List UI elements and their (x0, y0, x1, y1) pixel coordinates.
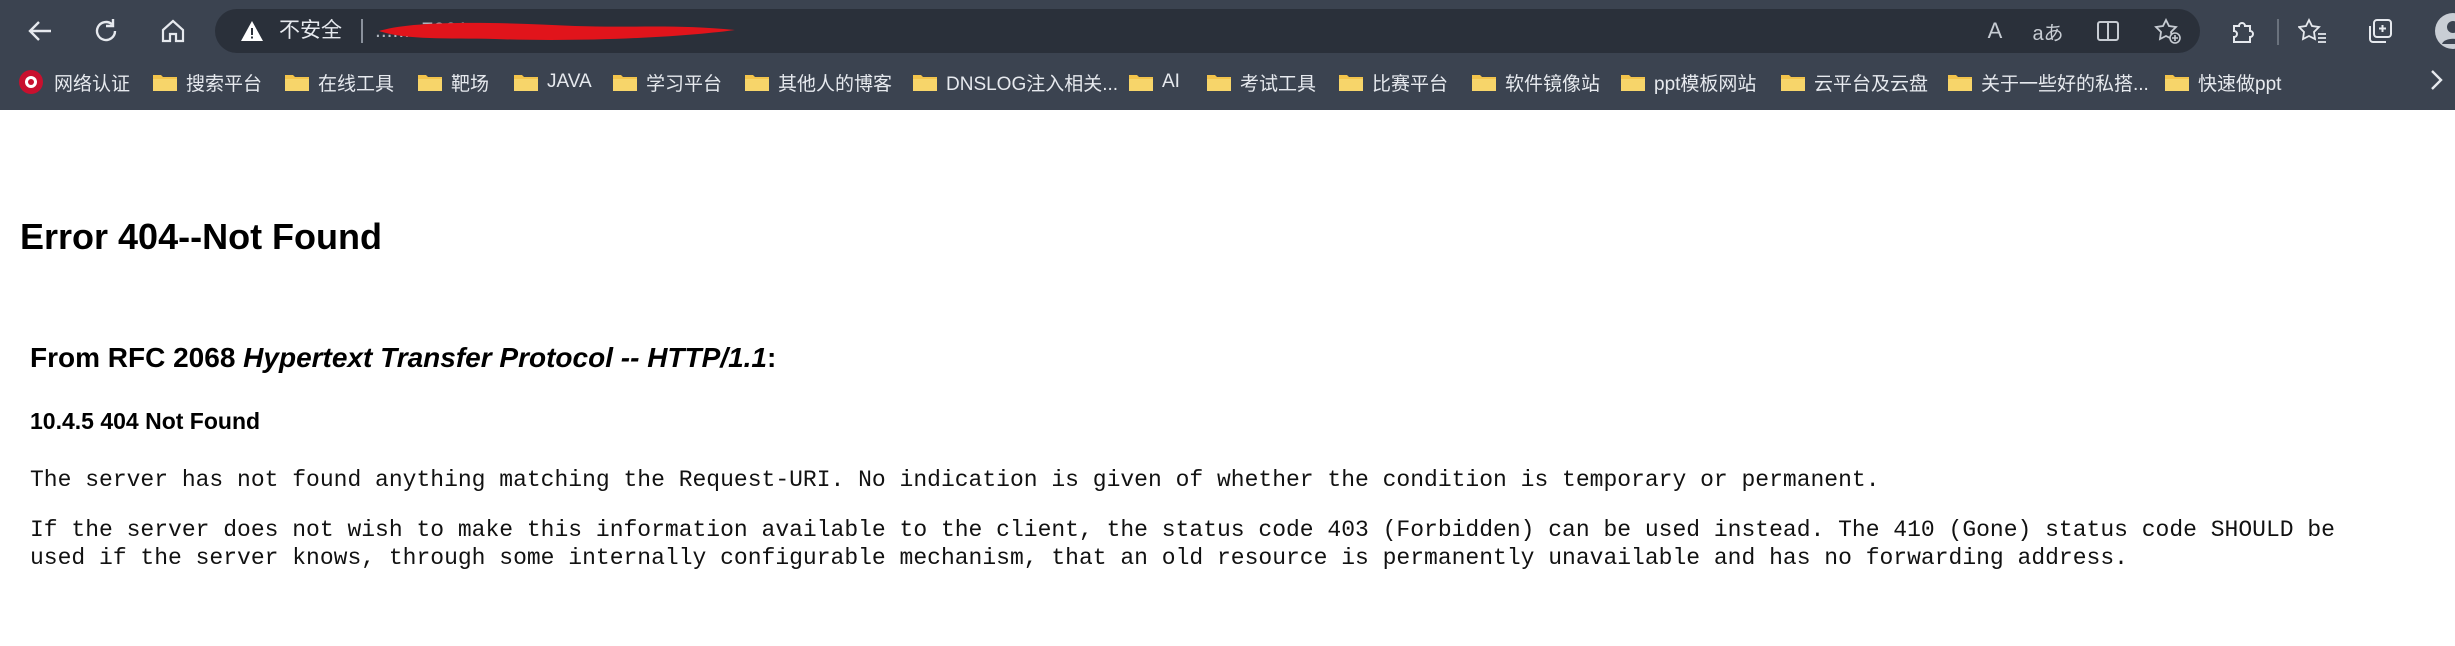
bookmark-label: ppt模板网站 (1654, 73, 1757, 95)
bookmarks-bar: 网络认证 搜索平台 在线工具 靶场 JAVA 学习平台 其他人的博客 DNSLO… (0, 62, 2455, 102)
bookmark-folder[interactable]: ppt模板网站 (1620, 68, 1756, 96)
bookmark-folder[interactable]: 关于一些好的私搭... (1947, 68, 2149, 96)
folder-icon (745, 75, 769, 91)
chevron-right-icon (2431, 70, 2443, 90)
more-bookmarks-button[interactable] (2428, 66, 2446, 101)
collections-button[interactable] (2360, 11, 2400, 51)
bookmark-folder[interactable]: 快速做ppt (2164, 68, 2281, 96)
bookmark-folder[interactable]: 比赛平台 (1338, 68, 1448, 96)
bookmark-label: 其他人的博客 (778, 73, 893, 95)
folder-icon (613, 75, 637, 91)
read-aloud-button[interactable]: A (1980, 16, 2010, 46)
bookmark-folder[interactable]: DNSLOG注入相关... (912, 68, 1118, 96)
folder-icon (1472, 75, 1496, 91)
home-icon (161, 19, 185, 43)
star-list-icon (2298, 17, 2326, 43)
folder-icon (514, 75, 538, 91)
refresh-icon (95, 19, 117, 42)
home-button[interactable] (153, 11, 193, 51)
bookmark-folder[interactable]: 考试工具 (1206, 68, 1316, 96)
bookmark-folder[interactable]: AI (1128, 68, 1180, 96)
bookmark-folder[interactable]: 靶场 (417, 68, 489, 96)
bookmark-folder[interactable]: JAVA (513, 68, 592, 96)
folder-icon (285, 75, 309, 91)
toolbar-separator (2277, 19, 2279, 45)
page-title: Error 404--Not Found (20, 216, 383, 257)
site-logo-icon (19, 70, 43, 94)
browser-toolbar: 不安全 .......:7001 A aあ (0, 0, 2455, 62)
folder-icon (418, 75, 442, 91)
extensions-button[interactable] (2222, 11, 2262, 51)
bookmark-label: JAVA (547, 71, 592, 92)
insecure-label[interactable]: 不安全 (279, 19, 342, 43)
bookmark-label: 关于一些好的私搭... (1981, 73, 2149, 95)
bookmark-label: 考试工具 (1240, 73, 1317, 95)
bookmark-folder[interactable]: 学习平台 (612, 68, 722, 96)
bookmark-label: 靶场 (451, 73, 490, 95)
back-button[interactable] (20, 11, 60, 51)
bookmark-label: 搜索平台 (186, 73, 263, 95)
translate-icon: aあ (2032, 22, 2064, 45)
split-screen-icon (2097, 21, 2119, 41)
bookmark-folder[interactable]: 在线工具 (284, 68, 394, 96)
split-screen-button[interactable] (2093, 16, 2123, 46)
folder-icon (1781, 75, 1805, 91)
section-heading: 10.4.5 404 Not Found (30, 408, 261, 434)
bookmark-folder[interactable]: 软件镜像站 (1471, 68, 1600, 96)
page-content: Error 404--Not Found From RFC 2068 Hyper… (0, 110, 2455, 646)
folder-icon (1129, 75, 1153, 91)
refresh-button[interactable] (86, 11, 126, 51)
bookmark-label: DNSLOG注入相关... (946, 73, 1119, 95)
rfc-prefix: From RFC 2068 (30, 342, 244, 373)
folder-icon (913, 75, 937, 91)
profile-avatar[interactable] (2435, 13, 2455, 49)
favorites-button[interactable] (2293, 11, 2333, 51)
folder-icon (1207, 75, 1231, 91)
rfc-heading: From RFC 2068 Hypertext Transfer Protoco… (30, 342, 776, 374)
arrow-left-icon (28, 21, 51, 41)
bookmark-label: 云平台及云盘 (1814, 73, 1929, 95)
paragraph-2-line-1: If the server does not wish to make this… (30, 517, 2335, 543)
folder-icon (1948, 75, 1972, 91)
add-favorite-button[interactable] (2153, 16, 2183, 46)
bookmark-label: 软件镜像站 (1505, 73, 1601, 95)
read-aloud-icon: A (1987, 18, 2003, 43)
bookmark-folder[interactable]: 搜索平台 (152, 68, 262, 96)
rfc-suffix: : (767, 342, 777, 373)
bookmark-label: 网络认证 (54, 73, 131, 95)
warning-icon (241, 21, 263, 41)
bookmark-label: AI (1162, 71, 1180, 92)
redaction-mark (379, 22, 735, 40)
bookmark-label: 快速做ppt (2198, 73, 2282, 95)
collections-icon (2369, 19, 2392, 43)
browser-chrome: 不安全 .......:7001 A aあ (0, 0, 2455, 110)
rfc-title: Hypertext Transfer Protocol -- HTTP/1.1 (243, 342, 767, 373)
bookmark-folder[interactable]: 其他人的博客 (744, 68, 892, 96)
paragraph-1: The server has not found anything matchi… (30, 467, 1880, 493)
bookmark-folder[interactable]: 云平台及云盘 (1780, 68, 1928, 96)
bookmark-label: 比赛平台 (1372, 73, 1449, 95)
paragraph-2-line-2: used if the server knows, through some i… (30, 545, 2128, 571)
address-separator (361, 19, 363, 43)
folder-icon (1339, 75, 1363, 91)
bookmark-label: 在线工具 (318, 73, 395, 95)
address-bar[interactable]: 不安全 .......:7001 A aあ (215, 9, 2200, 53)
puzzle-icon (2233, 22, 2254, 43)
bookmark-label: 学习平台 (646, 73, 723, 95)
folder-icon (2165, 75, 2189, 91)
translate-button[interactable]: aあ (2030, 16, 2066, 46)
profile-icon (2442, 21, 2455, 44)
folder-icon (153, 75, 177, 91)
star-plus-icon (2154, 17, 2181, 44)
folder-icon (1621, 75, 1645, 91)
bookmark-site[interactable]: 网络认证 (18, 68, 130, 96)
